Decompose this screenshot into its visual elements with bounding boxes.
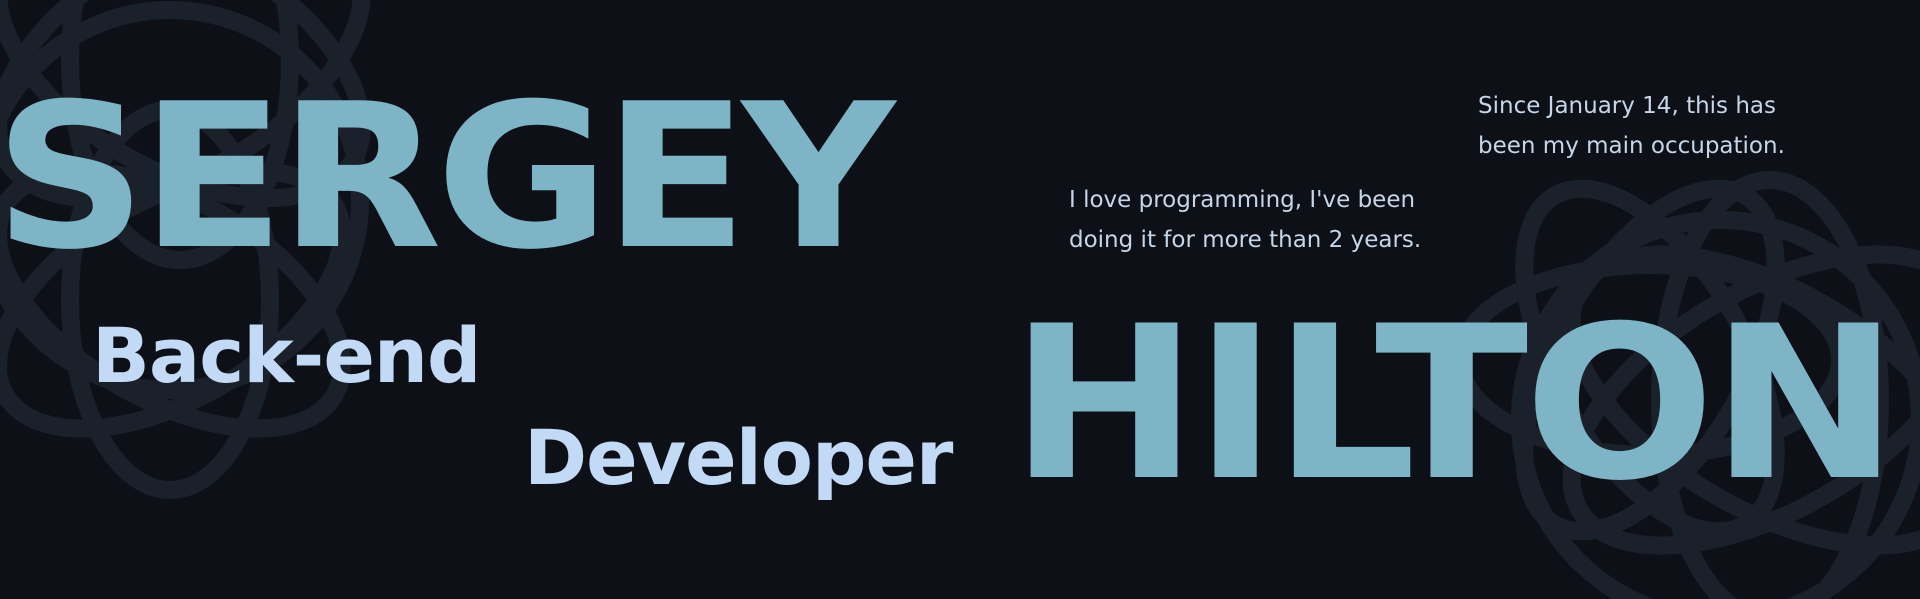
programming-blurb-line-2: doing it for more than 2 years. [1069, 227, 1422, 253]
occupation-blurb: Since January 14, this has been my main … [1478, 86, 1858, 166]
last-name-heading: HILTON [1010, 280, 1899, 527]
occupation-blurb-line-2: been my main occupation. [1478, 133, 1785, 159]
role-developer: Developer [524, 413, 953, 502]
occupation-blurb-line-1: Since January 14, this has [1478, 93, 1777, 119]
role-back-end: Back-end [92, 311, 481, 400]
hero-banner: SERGEY Since January 14, this has been m… [0, 0, 1920, 599]
programming-blurb-line-1: I love programming, I've been [1069, 187, 1416, 213]
programming-blurb: I love programming, I've been doing it f… [1069, 180, 1449, 260]
first-name-heading: SERGEY [0, 61, 895, 294]
